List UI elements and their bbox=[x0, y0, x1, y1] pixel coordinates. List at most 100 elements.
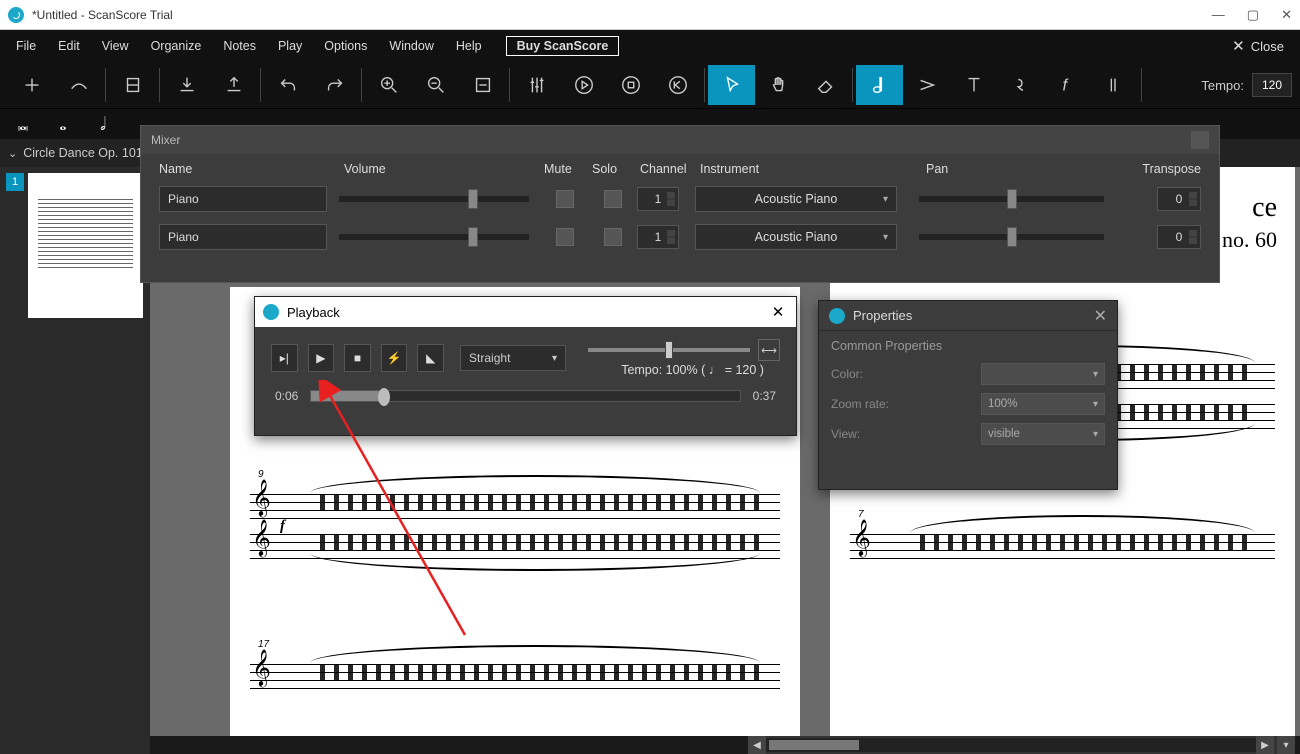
close-x-icon: ✕ bbox=[1232, 37, 1245, 55]
add-tool[interactable] bbox=[8, 65, 55, 105]
zoom-out-button[interactable] bbox=[412, 65, 459, 105]
page-thumbnail[interactable]: 1 bbox=[6, 173, 144, 318]
col-channel: Channel bbox=[640, 162, 700, 176]
tempo-label: Tempo: bbox=[1201, 78, 1244, 93]
slur-tool[interactable] bbox=[55, 65, 102, 105]
tempo-input[interactable] bbox=[1252, 73, 1292, 97]
instrument-select[interactable]: Acoustic Piano bbox=[695, 224, 897, 250]
solo-checkbox[interactable] bbox=[604, 190, 622, 208]
channel-stepper[interactable]: 1 bbox=[637, 225, 679, 249]
menu-notes[interactable]: Notes bbox=[213, 35, 266, 57]
dynamic-tool[interactable]: f bbox=[1044, 65, 1091, 105]
tab-close-button[interactable]: ✕ Close bbox=[1222, 33, 1294, 59]
eraser-tool[interactable] bbox=[802, 65, 849, 105]
properties-close-button[interactable]: ✕ bbox=[1094, 306, 1107, 326]
barline-tool[interactable] bbox=[1091, 65, 1138, 105]
loop-button[interactable]: ⟷ bbox=[758, 339, 780, 361]
pages-panel: 1 bbox=[0, 167, 150, 754]
menu-view[interactable]: View bbox=[92, 35, 139, 57]
half-note-icon[interactable]: 𝅗𝅥 bbox=[88, 112, 118, 136]
col-mute: Mute bbox=[544, 162, 592, 176]
zoom-in-button[interactable] bbox=[365, 65, 412, 105]
skip-start-button[interactable]: ▸| bbox=[271, 344, 298, 372]
mixer-title: Mixer bbox=[151, 133, 180, 147]
scroll-left-button[interactable]: ◀ bbox=[748, 736, 766, 754]
import-tool[interactable] bbox=[163, 65, 210, 105]
transpose-stepper[interactable]: 0 bbox=[1157, 225, 1201, 249]
maximize-button[interactable]: ▢ bbox=[1247, 7, 1259, 23]
note-tool[interactable] bbox=[856, 65, 903, 105]
minimize-button[interactable]: — bbox=[1212, 7, 1225, 23]
playback-header[interactable]: Playback ✕ bbox=[255, 297, 796, 327]
mute-checkbox[interactable] bbox=[556, 228, 574, 246]
stop-button[interactable]: ■ bbox=[344, 344, 371, 372]
mixer-button[interactable] bbox=[513, 65, 560, 105]
play-button[interactable]: ▶ bbox=[308, 344, 335, 372]
menu-file[interactable]: File bbox=[6, 35, 46, 57]
zoom-fit-button[interactable] bbox=[459, 65, 506, 105]
menu-options[interactable]: Options bbox=[314, 35, 377, 57]
col-instrument: Instrument bbox=[700, 162, 918, 176]
tempo-slider[interactable] bbox=[588, 348, 750, 352]
play-button-toolbar[interactable] bbox=[560, 65, 607, 105]
page-preview bbox=[28, 173, 143, 318]
pan-slider[interactable] bbox=[919, 196, 1104, 202]
color-select[interactable] bbox=[981, 363, 1105, 385]
scroll-menu-button[interactable]: ▾ bbox=[1277, 736, 1295, 754]
whole-note-icon[interactable]: 𝅜 bbox=[8, 112, 38, 136]
zoom-select[interactable]: 100% bbox=[981, 393, 1105, 415]
playback-close-button[interactable]: ✕ bbox=[768, 303, 788, 321]
scroll-thumb[interactable] bbox=[769, 740, 859, 750]
pan-slider[interactable] bbox=[919, 234, 1104, 240]
playback-title: Playback bbox=[287, 305, 340, 320]
playback-controls: ▸| ▶ ■ ⚡ ◣ Straight ⟷ Tempo: 100% ( ♩ = … bbox=[255, 327, 796, 383]
window-title: *Untitled - ScanScore Trial bbox=[32, 8, 173, 22]
export-tool[interactable] bbox=[210, 65, 257, 105]
instrument-select[interactable]: Acoustic Piano bbox=[695, 186, 897, 212]
titlebar: *Untitled - ScanScore Trial — ▢ ✕ bbox=[0, 0, 1300, 30]
col-pan: Pan bbox=[918, 162, 1113, 176]
rewind-button[interactable] bbox=[654, 65, 701, 105]
solo-checkbox[interactable] bbox=[604, 228, 622, 246]
scroll-right-button[interactable]: ▶ bbox=[1256, 736, 1274, 754]
pointer-tool[interactable] bbox=[708, 65, 755, 105]
undo-button[interactable] bbox=[264, 65, 311, 105]
properties-title: Properties bbox=[853, 308, 912, 323]
scan-tool[interactable] bbox=[109, 65, 156, 105]
stop-button-toolbar[interactable] bbox=[607, 65, 654, 105]
menu-play[interactable]: Play bbox=[268, 35, 312, 57]
close-button[interactable]: ✕ bbox=[1281, 7, 1292, 23]
playback-style-select[interactable]: Straight bbox=[460, 345, 566, 371]
menu-organize[interactable]: Organize bbox=[141, 35, 212, 57]
menu-edit[interactable]: Edit bbox=[48, 35, 90, 57]
volume-slider[interactable] bbox=[339, 234, 529, 240]
rest-tool[interactable] bbox=[997, 65, 1044, 105]
track-name-input[interactable] bbox=[159, 186, 327, 212]
window-controls: — ▢ ✕ bbox=[1212, 7, 1292, 23]
track-name-input[interactable] bbox=[159, 224, 327, 250]
metronome-button[interactable]: ⚡ bbox=[381, 344, 408, 372]
horizontal-scrollbar[interactable]: ◀ ▶ ▾ bbox=[748, 736, 1295, 754]
mixer-header[interactable]: Mixer bbox=[141, 126, 1219, 154]
view-select[interactable]: visible bbox=[981, 423, 1105, 445]
accent-tool[interactable] bbox=[903, 65, 950, 105]
hand-tool[interactable] bbox=[755, 65, 802, 105]
properties-header[interactable]: Properties ✕ bbox=[819, 301, 1117, 331]
menu-window[interactable]: Window bbox=[379, 35, 443, 57]
channel-stepper[interactable]: 1 bbox=[637, 187, 679, 211]
progress-handle[interactable] bbox=[378, 388, 390, 406]
buy-button[interactable]: Buy ScanScore bbox=[506, 36, 620, 56]
section-title: Common Properties bbox=[831, 339, 1105, 353]
redo-button[interactable] bbox=[311, 65, 358, 105]
scroll-track[interactable] bbox=[766, 738, 1256, 752]
mute-checkbox[interactable] bbox=[556, 190, 574, 208]
progress-track[interactable] bbox=[310, 390, 740, 402]
transpose-stepper[interactable]: 0 bbox=[1157, 187, 1201, 211]
whole-note-alt-icon[interactable]: 𝅝 bbox=[48, 112, 78, 136]
text-tool[interactable] bbox=[950, 65, 997, 105]
volume-slider[interactable] bbox=[339, 196, 529, 202]
countoff-button[interactable]: ◣ bbox=[417, 344, 444, 372]
menu-help[interactable]: Help bbox=[446, 35, 492, 57]
mixer-panel: Mixer Name Volume Mute Solo Channel Inst… bbox=[140, 125, 1220, 283]
mixer-close-button[interactable] bbox=[1191, 131, 1209, 149]
